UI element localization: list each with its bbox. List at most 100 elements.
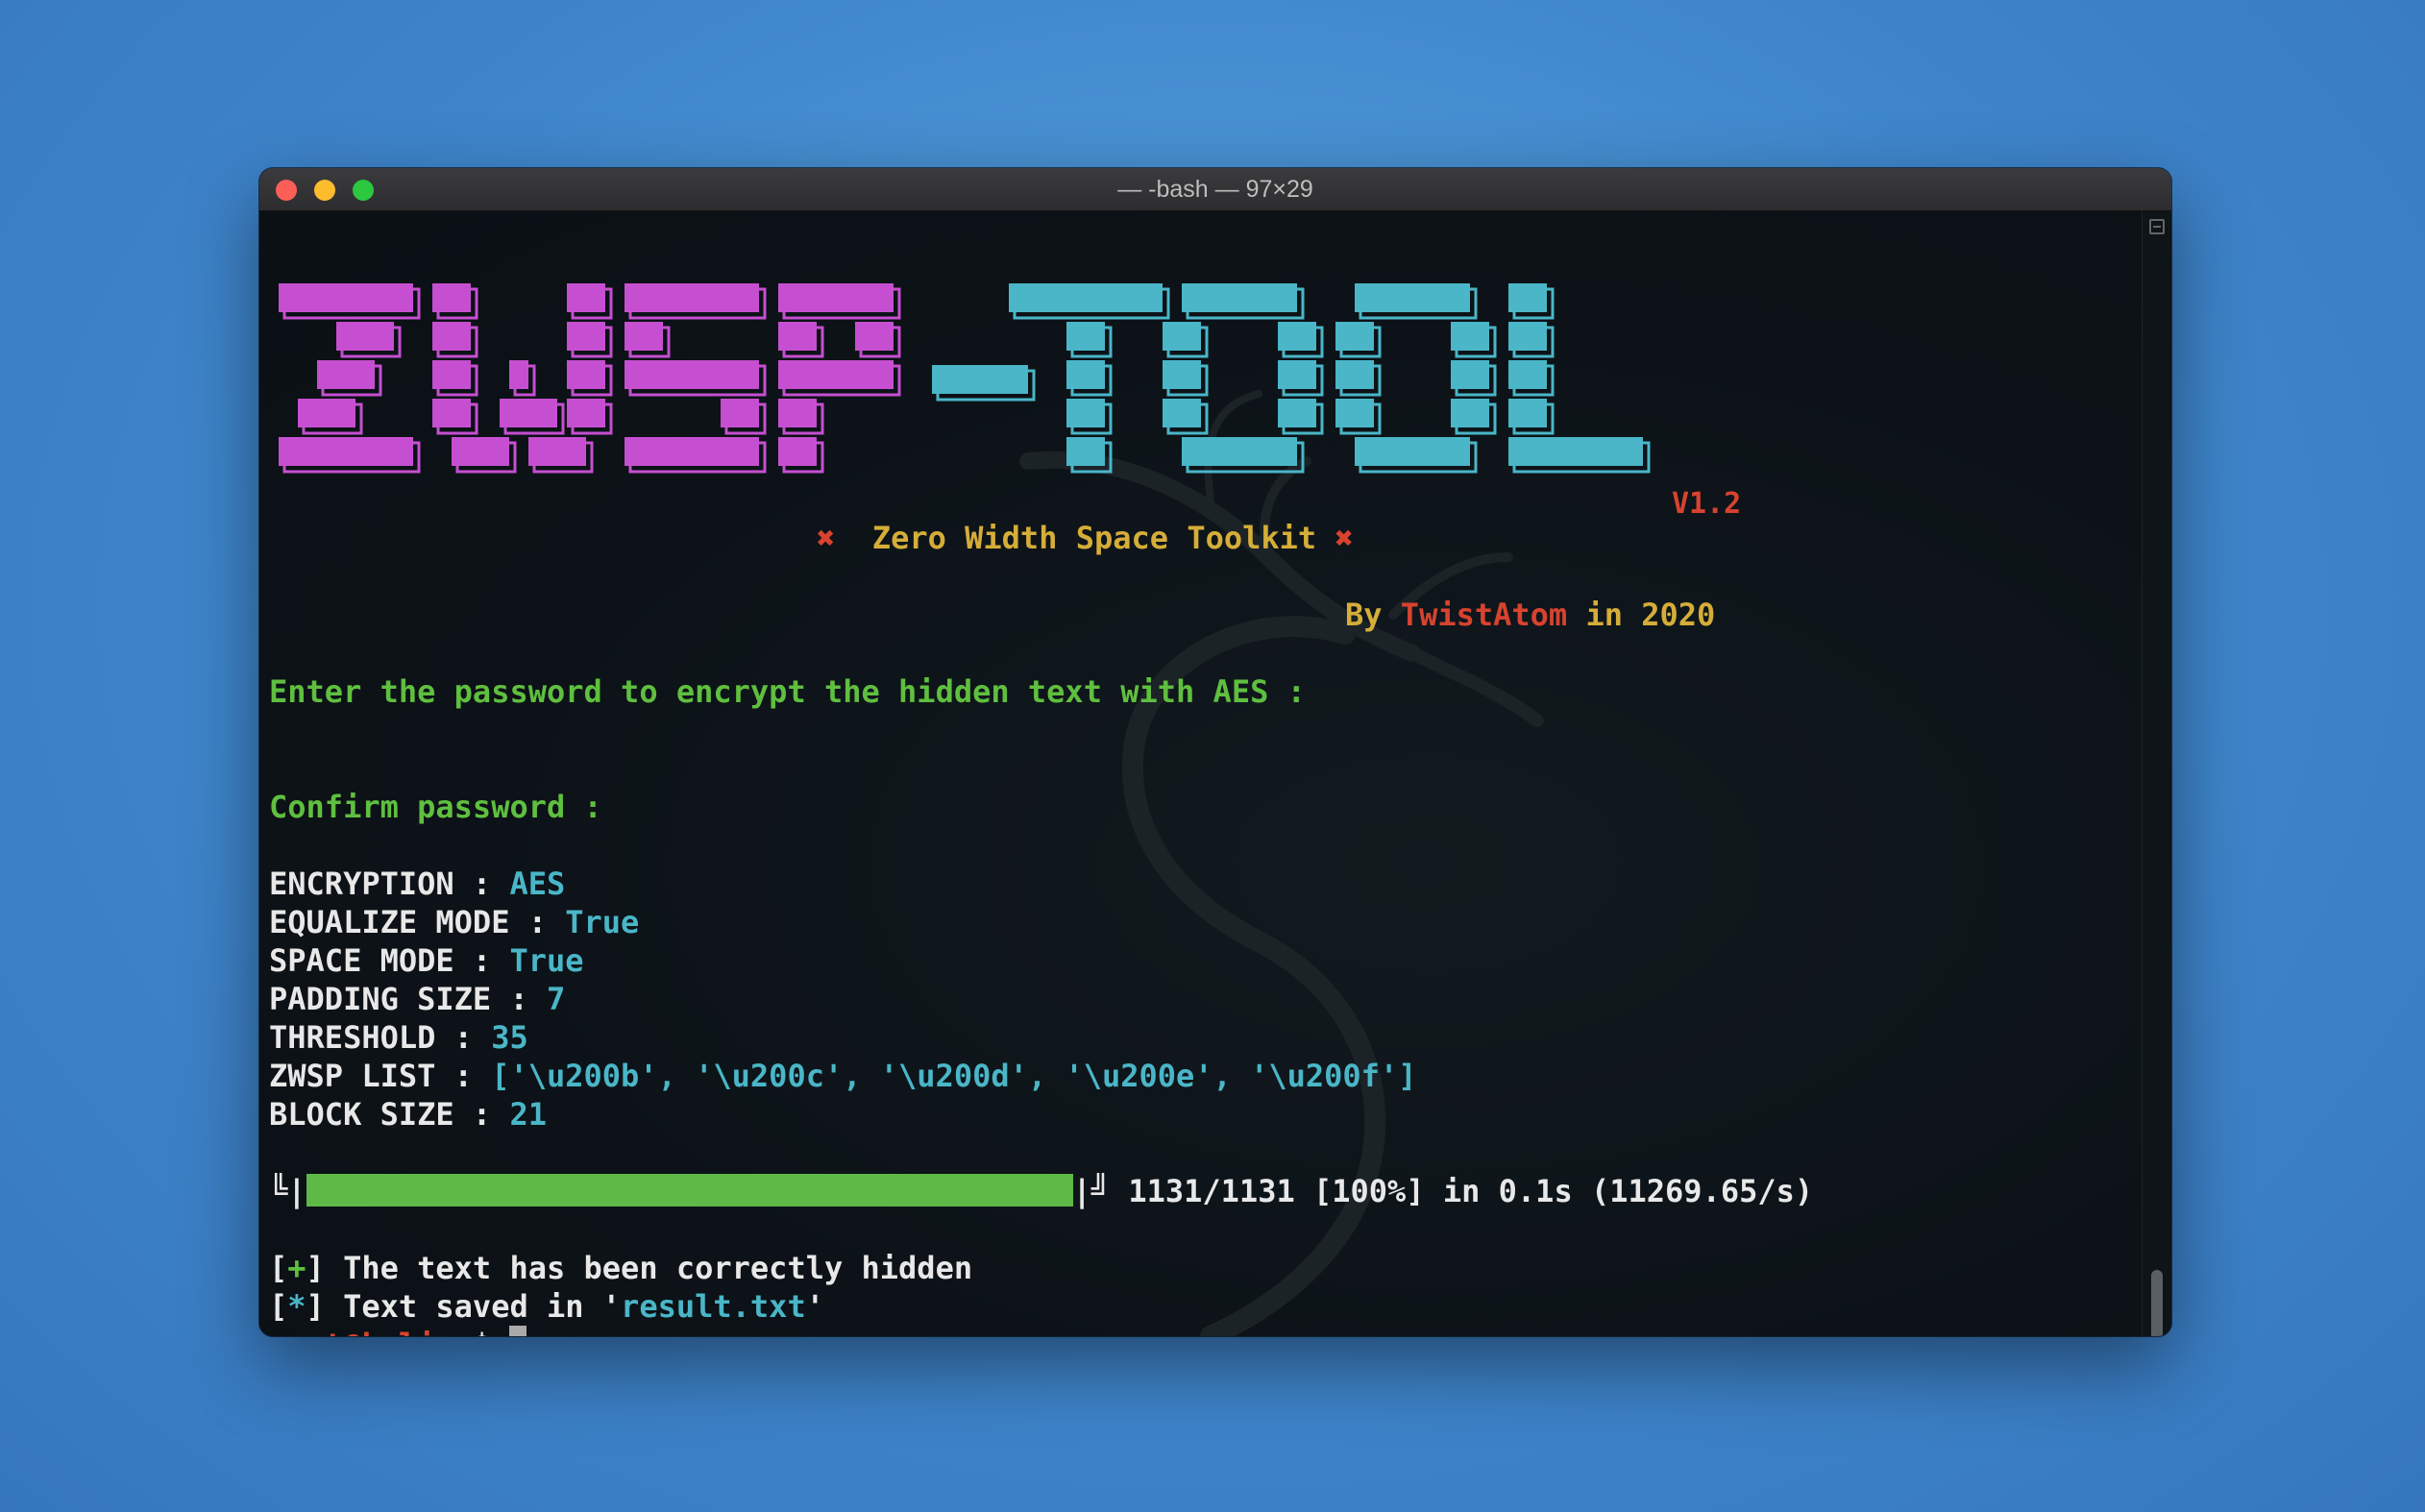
setting-key: BLOCK SIZE : [269, 1096, 510, 1133]
title-bar[interactable]: — -bash — 97×29 [259, 168, 2171, 211]
setting-key: SPACE MODE : [269, 942, 510, 979]
text-cursor [509, 1326, 527, 1336]
scroll-menu-icon[interactable] [2149, 219, 2165, 234]
logo-o-block [1163, 399, 1201, 427]
shell-prompt[interactable]: root@kali:~$ [269, 1326, 527, 1336]
result-filename: result.txt [621, 1288, 806, 1325]
logo-l-block [1508, 437, 1643, 466]
logo-o2-block [1451, 360, 1489, 389]
logo-o-block [1163, 360, 1201, 389]
logo-o2-block [1335, 322, 1374, 351]
setting-value: 7 [546, 981, 566, 1017]
confirm-prompt: Confirm password : [269, 789, 602, 825]
setting-line: SPACE MODE : True [269, 941, 584, 980]
cross-icon: ✖ [817, 520, 836, 556]
logo-o-block [1278, 360, 1316, 389]
result-quote: ' [805, 1288, 824, 1325]
setting-line: ENCRYPTION : AES [269, 865, 565, 903]
logo-o2-block [1335, 360, 1374, 389]
logo-o-block [1278, 322, 1316, 351]
setting-value: ['\u200b', '\u200c', '\u200d', '\u200e',… [491, 1058, 1417, 1094]
setting-value: True [565, 904, 640, 940]
logo-s-block [625, 283, 759, 312]
setting-line: PADDING SIZE : 7 [269, 980, 565, 1018]
scrollbar[interactable] [2142, 211, 2171, 1336]
progress-left-cap: ╚| [269, 1173, 306, 1209]
author-prefix: By [1345, 597, 1401, 633]
setting-key: ENCRYPTION : [269, 866, 510, 902]
logo-o-block [1182, 283, 1297, 312]
logo-t-block [1009, 283, 1163, 312]
result-line-2: [*] Text saved in 'result.txt' [269, 1287, 824, 1326]
progress-fill [306, 1174, 1073, 1207]
prompt-path: :~ [435, 1327, 473, 1336]
password-prompt: Enter the password to encrypt the hidden… [269, 673, 1306, 710]
star-sign: * [287, 1288, 306, 1325]
logo-z-block [317, 360, 375, 389]
bracket-open: [ [269, 1250, 288, 1286]
logo-p-block [778, 283, 894, 312]
logo-t-block [1066, 322, 1105, 351]
logo-o-block [1182, 437, 1297, 466]
setting-value: 21 [509, 1096, 547, 1133]
author-line: By TwistAtom in 2020 [1345, 596, 1715, 634]
logo-z-block [298, 399, 355, 427]
prompt-symbol: $ [473, 1327, 510, 1336]
terminal-content[interactable]: V1.2 ✖ Zero Width Space Toolkit ✖ By Twi… [259, 211, 2143, 1336]
logo-s-block [625, 437, 759, 466]
logo-p-block [778, 399, 817, 427]
setting-line: THRESHOLD : 35 [269, 1018, 528, 1057]
author-name: TwistAtom [1400, 597, 1568, 633]
logo-o2-block [1355, 283, 1470, 312]
setting-line: EQUALIZE MODE : True [269, 903, 639, 941]
logo-s-block [721, 399, 759, 427]
logo-w-block [432, 399, 471, 427]
bracket-open: [ [269, 1288, 288, 1325]
logo-w-block [500, 399, 557, 427]
logo-o2-block [1451, 322, 1489, 351]
logo-w-block [509, 360, 528, 389]
logo-t-block [1066, 399, 1105, 427]
terminal-window: — -bash — 97×29 V1.2 ✖ Zero Width Space … [259, 168, 2171, 1336]
logo-p-block [778, 322, 817, 351]
version-label: V1.2 [1672, 487, 1742, 521]
progress-right-cap: |╝ [1072, 1173, 1111, 1209]
logo-w-block [567, 360, 605, 389]
progress-bar [306, 1174, 1073, 1207]
setting-line: ZWSP LIST : ['\u200b', '\u200c', '\u200d… [269, 1057, 1416, 1095]
setting-key: THRESHOLD : [269, 1019, 492, 1056]
setting-value: 35 [491, 1019, 528, 1056]
logo-z-block [336, 322, 394, 351]
setting-value: True [509, 942, 584, 979]
logo-z-block [279, 283, 413, 312]
logo-t-block [1066, 437, 1105, 466]
logo-t-block [1066, 360, 1105, 389]
author-year: in 2020 [1567, 597, 1716, 633]
logo-s-block [625, 360, 759, 389]
setting-key: EQUALIZE MODE : [269, 904, 566, 940]
subtitle-line: ✖ Zero Width Space Toolkit ✖ [817, 519, 1354, 557]
progress-stats: 1131/1131 [100%] in 0.1s (11269.65/s) [1110, 1173, 1814, 1209]
cross-icon: ✖ [1335, 520, 1354, 556]
logo-w-block [567, 283, 605, 312]
prompt-user-host: root@kali [269, 1327, 435, 1336]
logo-l-block [1508, 399, 1547, 427]
zwsp-tool-logo [279, 283, 1651, 474]
logo-l-block [1508, 322, 1547, 351]
scroll-thumb[interactable] [2151, 1270, 2163, 1336]
setting-line: BLOCK SIZE : 21 [269, 1095, 547, 1134]
logo-o-block [1278, 399, 1316, 427]
progress-line: ╚| |╝ 1131/1131 [100%] in 0.1s (11269.65/… [269, 1172, 1813, 1210]
logo-w-block [432, 283, 471, 312]
logo-p-block [855, 322, 894, 351]
result-line-1: [+] The text has been correctly hidden [269, 1249, 972, 1287]
logo-z-block [279, 437, 413, 466]
result-text-2: ] Text saved in ' [306, 1288, 622, 1325]
result-text-1: ] The text has been correctly hidden [306, 1250, 973, 1286]
logo-w-block [567, 399, 605, 427]
logo-s-block [625, 322, 663, 351]
logo-w-block [432, 360, 471, 389]
logo-p-block [778, 360, 894, 389]
logo-w-block [528, 437, 586, 466]
logo-l-block [1508, 283, 1547, 312]
